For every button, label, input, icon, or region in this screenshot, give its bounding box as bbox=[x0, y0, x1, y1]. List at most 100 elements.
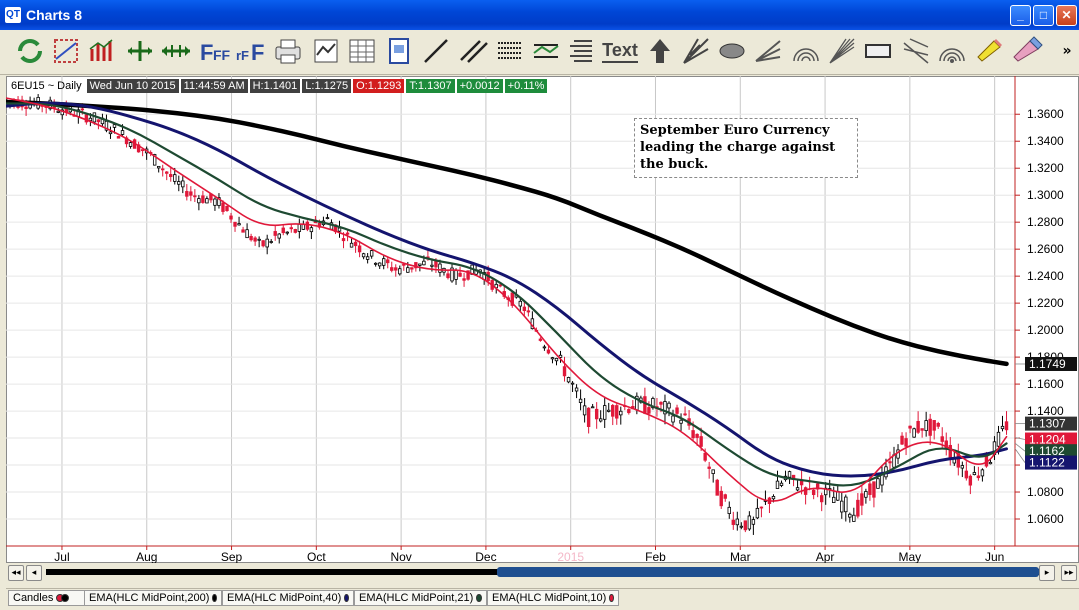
candle-body bbox=[916, 420, 920, 433]
legend-ema10[interactable]: EMA(HLC MidPoint,10) bbox=[487, 590, 619, 606]
annotation-line: leading the charge against bbox=[640, 140, 836, 155]
legend-label: EMA(HLC MidPoint,10) bbox=[492, 592, 607, 604]
text-tool-button[interactable]: Text bbox=[602, 34, 638, 68]
close-button[interactable]: ✕ bbox=[1056, 5, 1077, 26]
price-label-leader bbox=[1014, 442, 1026, 452]
scroll-right-button[interactable]: ▸ bbox=[1039, 565, 1055, 581]
toolbar-overflow-button[interactable]: » bbox=[1058, 34, 1076, 68]
minimize-button[interactable]: _ bbox=[1010, 5, 1031, 26]
legend-ema21[interactable]: EMA(HLC MidPoint,21) bbox=[354, 590, 487, 606]
scroll-first-button[interactable]: ◂◂ bbox=[8, 565, 24, 581]
page-setup-tool-button[interactable] bbox=[384, 34, 416, 68]
x-tick-label: Dec bbox=[475, 550, 496, 563]
toolbar: F FF rF F Text » bbox=[0, 30, 1079, 75]
channel-tool-button[interactable] bbox=[530, 34, 562, 68]
candle-body bbox=[832, 496, 836, 503]
candle-body bbox=[960, 465, 965, 469]
gann-fan-tool-button[interactable] bbox=[680, 34, 712, 68]
y-tick-label: 1.2000 bbox=[1027, 323, 1064, 337]
legend-candles[interactable]: Candles bbox=[8, 590, 86, 606]
candle-body bbox=[185, 191, 189, 197]
arrow-up-icon bbox=[650, 39, 670, 63]
candle-body bbox=[80, 108, 85, 111]
candle-body bbox=[856, 499, 860, 517]
price-label-leader bbox=[1014, 448, 1026, 463]
y-tick-label: 1.2800 bbox=[1027, 215, 1064, 229]
candle-body bbox=[386, 259, 390, 264]
candle-body bbox=[872, 481, 876, 498]
eraser-tool-button[interactable] bbox=[1012, 34, 1044, 68]
candle-body bbox=[719, 490, 723, 507]
gann-lines-tool-button[interactable] bbox=[826, 34, 858, 68]
svg-text:F: F bbox=[200, 40, 213, 65]
chart-annotation[interactable]: September Euro Currency leading the char… bbox=[634, 118, 858, 178]
candle-body bbox=[590, 406, 595, 409]
legend-label: EMA(HLC MidPoint,21) bbox=[359, 592, 474, 604]
highlighter-icon bbox=[977, 39, 1002, 62]
price-label: 1.1122 bbox=[1029, 456, 1065, 470]
andrews-fork-tool-button[interactable] bbox=[900, 34, 932, 68]
candle-body bbox=[964, 470, 969, 479]
highlighter-tool-button[interactable] bbox=[974, 34, 1006, 68]
studies-tool-button[interactable] bbox=[50, 34, 82, 68]
legend-ema40[interactable]: EMA(HLC MidPoint,40) bbox=[222, 590, 354, 606]
legend-ema200[interactable]: EMA(HLC MidPoint,200) bbox=[84, 590, 222, 606]
symbol-label: 6EU15 ~ Daily bbox=[11, 79, 82, 92]
scroll-thumb[interactable] bbox=[497, 567, 1039, 577]
cursor-cross-tool-button[interactable] bbox=[124, 34, 156, 68]
candle-body bbox=[201, 195, 205, 203]
candle-body bbox=[699, 436, 703, 447]
candle-body bbox=[181, 180, 185, 188]
horizontal-scrollbar[interactable]: ◂◂ ◂ ▸ bbox=[6, 565, 1057, 581]
legend-up-color-icon bbox=[61, 594, 70, 602]
candle-body bbox=[245, 229, 249, 239]
legend-label: Candles bbox=[13, 592, 54, 604]
candle-body bbox=[775, 480, 780, 489]
candle-body bbox=[976, 475, 981, 479]
candle-body bbox=[189, 191, 193, 196]
trendline-tool-button[interactable] bbox=[420, 34, 452, 68]
ellipse-tool-button[interactable] bbox=[716, 34, 748, 68]
candle-body bbox=[434, 260, 438, 268]
time-label: 11:44:59 AM bbox=[180, 78, 248, 93]
price-chart[interactable]: 1.3600 1.3400 1.3200 1.3000 1.2800 1.2600 1.24… bbox=[6, 76, 1079, 563]
candle-body bbox=[289, 227, 293, 230]
candle-body bbox=[578, 398, 583, 403]
candle-body bbox=[920, 428, 924, 431]
candle-body bbox=[996, 431, 1001, 447]
candle-body bbox=[273, 231, 277, 236]
candle-body bbox=[120, 130, 125, 135]
candle-body bbox=[349, 242, 354, 248]
scroll-last-button[interactable]: ▸▸ bbox=[1061, 565, 1077, 581]
candle-body bbox=[819, 495, 824, 503]
fib-circles-tool-button[interactable] bbox=[936, 34, 968, 68]
candle-body bbox=[205, 198, 209, 204]
candle-body bbox=[904, 438, 908, 447]
parallel-lines-tool-button[interactable] bbox=[458, 34, 490, 68]
fib-arcs-tool-button[interactable] bbox=[790, 34, 822, 68]
arrow-up-tool-button[interactable] bbox=[644, 34, 676, 68]
font-size-tool-button[interactable]: F FF bbox=[198, 34, 230, 68]
candle-body bbox=[936, 422, 940, 427]
candle-body bbox=[269, 241, 273, 243]
rectangle-tool-button[interactable] bbox=[862, 34, 894, 68]
candle-body bbox=[707, 466, 711, 469]
horizontal-lines-tool-button[interactable] bbox=[494, 34, 526, 68]
spreadsheet-tool-button[interactable] bbox=[346, 34, 378, 68]
maximize-button[interactable]: □ bbox=[1033, 5, 1054, 26]
bar-chart-tool-button[interactable] bbox=[86, 34, 118, 68]
cursor-cross-icon bbox=[128, 41, 152, 61]
scroll-left-button[interactable]: ◂ bbox=[26, 565, 42, 581]
fibonacci-tool-button[interactable] bbox=[566, 34, 598, 68]
x-tick-label: Nov bbox=[390, 550, 411, 563]
font-size-small-tool-button[interactable]: rF F bbox=[234, 34, 266, 68]
print-tool-button[interactable] bbox=[272, 34, 304, 68]
candle-body bbox=[739, 525, 744, 528]
chart-window-tool-button[interactable] bbox=[310, 34, 342, 68]
candle-body bbox=[108, 131, 113, 135]
cursor-arrows-tool-button[interactable] bbox=[160, 34, 192, 68]
candle-body bbox=[177, 181, 181, 185]
speed-lines-tool-button[interactable] bbox=[752, 34, 784, 68]
candle-body bbox=[394, 267, 398, 271]
refresh-tool-button[interactable] bbox=[14, 34, 46, 68]
